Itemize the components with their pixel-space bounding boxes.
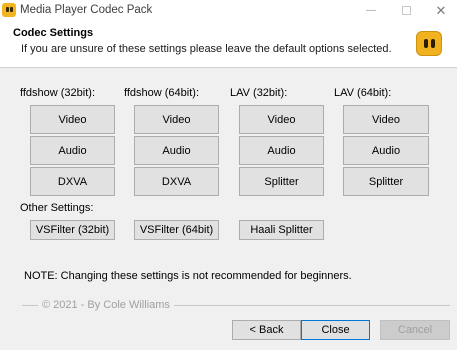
column-label-ffdshow-32: ffdshow (32bit): <box>20 87 96 99</box>
cancel-button: Cancel <box>380 320 450 340</box>
ffdshow64-audio-button[interactable]: Audio <box>134 136 219 165</box>
ffdshow32-video-button[interactable]: Video <box>30 105 115 134</box>
page-subtitle: If you are unsure of these settings plea… <box>21 43 392 55</box>
lav64-video-button[interactable]: Video <box>343 105 429 134</box>
ffdshow32-audio-button[interactable]: Audio <box>30 136 115 165</box>
window-title: Media Player Codec Pack <box>20 4 153 16</box>
column-label-lav-32: LAV (32bit): <box>230 87 288 99</box>
close-window-button[interactable]: ✕ <box>426 0 456 21</box>
lav32-audio-button[interactable]: Audio <box>239 136 324 165</box>
minimize-button[interactable]: — <box>356 0 386 21</box>
copyright-text: © 2021 - By Cole Williams <box>38 299 174 311</box>
column-label-ffdshow-64: ffdshow (64bit): <box>124 87 200 99</box>
vsfilter64-button[interactable]: VSFilter (64bit) <box>134 220 219 240</box>
back-button[interactable]: < Back <box>232 320 301 340</box>
vsfilter32-button[interactable]: VSFilter (32bit) <box>30 220 115 240</box>
wizard-header: Codec Settings If you are unsure of thes… <box>0 21 457 68</box>
lav32-splitter-button[interactable]: Splitter <box>239 167 324 196</box>
beginner-note: NOTE: Changing these settings is not rec… <box>24 270 352 282</box>
ffdshow64-dxva-button[interactable]: DXVA <box>134 167 219 196</box>
other-settings-label: Other Settings: <box>20 202 94 214</box>
close-button[interactable]: Close <box>301 320 370 340</box>
lav64-audio-button[interactable]: Audio <box>343 136 429 165</box>
title-bar: Media Player Codec Pack — ✕ <box>0 0 457 21</box>
haali-splitter-button[interactable]: Haali Splitter <box>239 220 324 240</box>
maximize-button <box>391 0 421 21</box>
ffdshow32-dxva-button[interactable]: DXVA <box>30 167 115 196</box>
page-title: Codec Settings <box>13 27 94 39</box>
close-icon: ✕ <box>435 2 447 18</box>
lav64-splitter-button[interactable]: Splitter <box>343 167 429 196</box>
codec-pack-logo-icon <box>416 31 442 56</box>
minimize-icon: — <box>366 5 376 16</box>
column-label-lav-64: LAV (64bit): <box>334 87 392 99</box>
app-icon <box>2 3 16 17</box>
maximize-icon <box>401 6 411 15</box>
ffdshow64-video-button[interactable]: Video <box>134 105 219 134</box>
lav32-video-button[interactable]: Video <box>239 105 324 134</box>
